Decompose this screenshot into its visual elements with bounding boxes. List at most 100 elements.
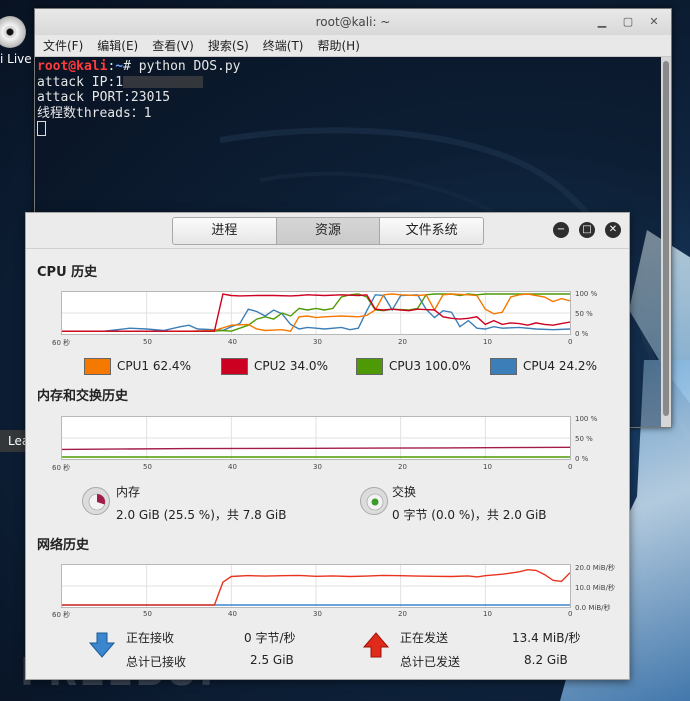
receive-arrow-icon[interactable] xyxy=(88,631,116,659)
cpu1-label: CPU1 62.4% xyxy=(117,359,191,373)
cpu-x-tick: 40 xyxy=(228,338,237,346)
net-axis-10: 10.0 MiB/秒 xyxy=(575,584,615,592)
net-axis-0: 0.0 MiB/秒 xyxy=(575,604,611,612)
cpu1-legend: CPU1 62.4% xyxy=(84,356,191,376)
command-text: # python DOS.py xyxy=(123,59,241,74)
cpu-graph-svg xyxy=(62,292,571,334)
cpu-history-graph xyxy=(61,291,571,335)
prompt-user: root@kali xyxy=(37,59,108,74)
receiving-value: 0 字节/秒 xyxy=(244,631,296,645)
net-x-tick: 20 xyxy=(398,610,407,618)
menu-file[interactable]: 文件(F) xyxy=(43,35,83,56)
terminal-line-port: attack PORT:23015 xyxy=(37,90,171,105)
cpu-x-tick: 60 秒 xyxy=(52,339,71,347)
swap-label: 交换 xyxy=(392,485,417,499)
terminal-scrollbar[interactable] xyxy=(661,57,671,427)
cpu-history-title: CPU 历史 xyxy=(37,265,98,280)
cpu4-legend: CPU4 24.2% xyxy=(490,356,597,376)
swap-pie-icon[interactable] xyxy=(360,487,388,515)
prompt-path: ~ xyxy=(115,59,124,74)
mem-x-tick: 50 xyxy=(143,463,152,471)
tab-bar: 进程 资源 文件系统 xyxy=(172,217,484,245)
total-sent-value: 8.2 GiB xyxy=(524,653,568,667)
memory-graph-svg xyxy=(61,417,571,459)
menu-terminal[interactable]: 终端(T) xyxy=(263,35,304,56)
net-axis-20: 20.0 MiB/秒 xyxy=(575,564,615,572)
minimize-icon[interactable]: ▁ xyxy=(595,15,609,29)
terminal-line-ip: attack IP:1 xyxy=(37,75,659,91)
cpu4-label: CPU4 24.2% xyxy=(523,359,597,373)
memory-history-title: 内存和交换历史 xyxy=(37,389,129,404)
receiving-label: 正在接收 xyxy=(126,631,175,645)
mem-x-tick: 30 xyxy=(313,463,322,471)
terminal-title: root@kali: ~ xyxy=(315,15,391,29)
maximize-icon[interactable]: □ xyxy=(579,222,595,238)
total-received-label: 总计已接收 xyxy=(126,655,187,669)
network-history-title: 网络历史 xyxy=(37,538,90,553)
mem-x-tick: 40 xyxy=(228,463,237,471)
memory-pie-icon[interactable] xyxy=(82,487,110,515)
close-icon[interactable]: ✕ xyxy=(605,222,621,238)
mem-x-tick: 0 xyxy=(568,463,573,471)
mem-axis-50: 50 % xyxy=(575,435,593,443)
cpu-x-tick: 20 xyxy=(398,338,407,346)
memory-label: 内存 xyxy=(116,485,141,499)
mem-x-tick: 20 xyxy=(398,463,407,471)
mem-axis-0: 0 % xyxy=(575,455,589,463)
net-x-tick: 30 xyxy=(313,610,322,618)
cpu2-color-swatch[interactable] xyxy=(221,357,248,375)
send-arrow-icon[interactable] xyxy=(362,631,390,659)
scrollbar-thumb[interactable] xyxy=(663,61,669,416)
cpu-x-tick: 10 xyxy=(483,338,492,346)
cpu4-color-swatch[interactable] xyxy=(490,357,517,375)
cpu-x-tick: 0 xyxy=(568,338,573,346)
terminal-cursor-line xyxy=(37,121,659,137)
terminal-line-command: root@kali:~# python DOS.py xyxy=(37,59,659,75)
terminal-line-threads: 线程数threads：1 xyxy=(37,105,152,121)
menu-help[interactable]: 帮助(H) xyxy=(318,35,360,56)
minimize-icon[interactable]: − xyxy=(553,222,569,238)
cpu-x-tick: 50 xyxy=(143,338,152,346)
cpu-x-tick: 30 xyxy=(313,338,322,346)
text-cursor xyxy=(37,121,46,136)
system-monitor-header[interactable]: 进程 资源 文件系统 − □ ✕ xyxy=(26,213,629,249)
net-x-tick: 10 xyxy=(483,610,492,618)
cpu-axis-50: 50 % xyxy=(575,310,593,318)
cpu3-color-swatch[interactable] xyxy=(356,357,383,375)
cpu1-color-swatch[interactable] xyxy=(84,357,111,375)
live-disc-desktop-icon[interactable]: i Live xyxy=(0,10,36,70)
net-x-tick: 50 xyxy=(143,610,152,618)
attack-ip-text: attack IP:1 xyxy=(37,74,124,90)
menu-search[interactable]: 搜索(S) xyxy=(208,35,249,56)
total-sent-label: 总计已发送 xyxy=(400,655,461,669)
total-received-value: 2.5 GiB xyxy=(250,653,294,667)
tab-filesystems[interactable]: 文件系统 xyxy=(380,218,483,244)
net-x-tick: 60 秒 xyxy=(52,611,71,619)
system-monitor-window[interactable]: 进程 资源 文件系统 − □ ✕ CPU 历史 100 % 50 % 0 % C… xyxy=(25,212,630,680)
redacted-block xyxy=(123,76,204,88)
desktop-icon-label: i Live xyxy=(0,52,32,66)
tab-processes[interactable]: 进程 xyxy=(173,218,277,244)
terminal-titlebar[interactable]: root@kali: ~ ▁ ▢ ✕ xyxy=(35,9,671,35)
cpu3-label: CPU3 100.0% xyxy=(389,359,471,373)
menu-edit[interactable]: 编辑(E) xyxy=(97,35,138,56)
menu-view[interactable]: 查看(V) xyxy=(152,35,194,56)
sending-value: 13.4 MiB/秒 xyxy=(512,631,581,645)
maximize-icon[interactable]: ▢ xyxy=(621,15,635,29)
mem-x-tick: 60 秒 xyxy=(52,464,71,472)
memory-value: 2.0 GiB (25.5 %)，共 7.8 GiB xyxy=(116,508,287,522)
cpu-axis-100: 100 % xyxy=(575,290,598,298)
close-icon[interactable]: ✕ xyxy=(647,15,661,29)
cpu-axis-0: 0 % xyxy=(575,330,589,338)
tab-resources[interactable]: 资源 xyxy=(276,218,381,244)
net-x-tick: 0 xyxy=(568,610,573,618)
network-graph-svg xyxy=(62,565,571,607)
terminal-menubar: 文件(F) 编辑(E) 查看(V) 搜索(S) 终端(T) 帮助(H) xyxy=(35,35,671,57)
mem-x-tick: 10 xyxy=(483,463,492,471)
cpu2-label: CPU2 34.0% xyxy=(254,359,328,373)
swap-value: 0 字节 (0.0 %)，共 2.0 GiB xyxy=(392,508,547,522)
net-x-tick: 40 xyxy=(228,610,237,618)
cpu3-legend: CPU3 100.0% xyxy=(356,356,471,376)
cpu2-legend: CPU2 34.0% xyxy=(221,356,328,376)
sending-label: 正在发送 xyxy=(400,631,449,645)
